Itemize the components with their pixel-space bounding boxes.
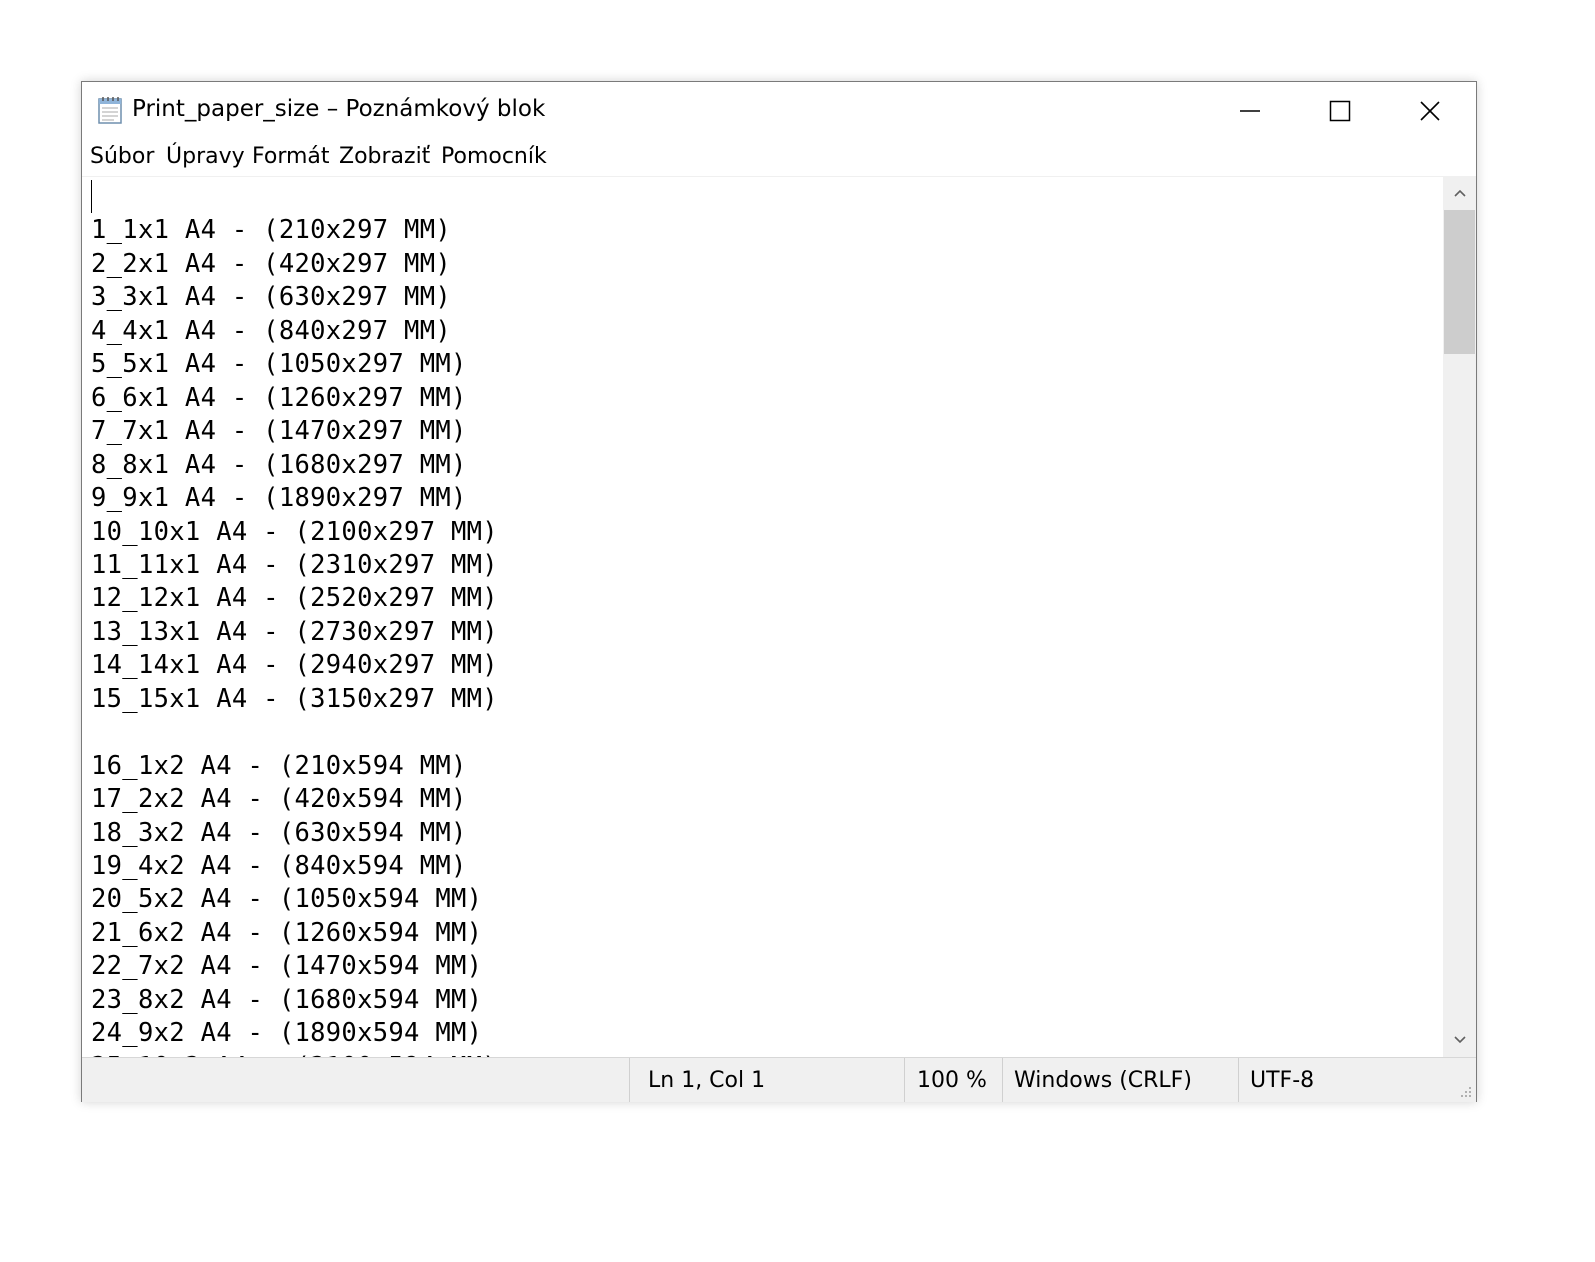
text-line: 4_4x1 A4 - (840x297 MM) bbox=[91, 315, 452, 346]
chevron-down-icon bbox=[1454, 1036, 1466, 1044]
menu-bar: Súbor Úpravy Formát Zobraziť Pomocník bbox=[82, 140, 1476, 176]
text-line: 20_5x2 A4 - (1050x594 MM) bbox=[91, 884, 483, 915]
scroll-down-button[interactable] bbox=[1443, 1023, 1476, 1057]
text-line: 6_6x1 A4 - (1260x297 MM) bbox=[91, 382, 467, 413]
status-separator bbox=[1238, 1058, 1239, 1102]
text-editor-area[interactable]: 1_1x1 A4 - (210x297 MM) 2_2x1 A4 - (420x2… bbox=[82, 176, 1443, 1058]
vertical-scrollbar[interactable] bbox=[1443, 176, 1476, 1057]
title-bar[interactable]: Print_paper_size – Poznámkový blok bbox=[82, 82, 1476, 140]
scroll-up-button[interactable] bbox=[1443, 176, 1476, 210]
scroll-thumb[interactable] bbox=[1444, 210, 1475, 354]
text-line: 5_5x1 A4 - (1050x297 MM) bbox=[91, 349, 467, 380]
text-line: 15_15x1 A4 - (3150x297 MM) bbox=[91, 683, 498, 714]
text-line: 14_14x1 A4 - (2940x297 MM) bbox=[91, 650, 498, 681]
text-line: 19_4x2 A4 - (840x594 MM) bbox=[91, 851, 467, 881]
text-line: 24_9x2 A4 - (1890x594 MM) bbox=[91, 1018, 483, 1049]
maximize-icon bbox=[1329, 100, 1351, 122]
status-encoding: UTF-8 bbox=[1250, 1068, 1315, 1093]
text-line: 7_7x1 A4 - (1470x297 MM) bbox=[91, 416, 467, 447]
close-button[interactable] bbox=[1385, 82, 1475, 140]
menu-format[interactable]: Formát bbox=[252, 144, 330, 169]
menu-view[interactable]: Zobraziť bbox=[339, 144, 430, 169]
text-line: 9_9x1 A4 - (1890x297 MM) bbox=[91, 483, 467, 514]
status-line-ending: Windows (CRLF) bbox=[1014, 1068, 1192, 1093]
text-line: 3_3x1 A4 - (630x297 MM) bbox=[91, 282, 452, 313]
resize-grip-icon[interactable] bbox=[1457, 1083, 1473, 1099]
text-line: 22_7x2 A4 - (1470x594 MM) bbox=[91, 951, 483, 982]
minimize-icon bbox=[1240, 110, 1260, 112]
text-line: 16_1x2 A4 - (210x594 MM) bbox=[91, 750, 467, 781]
text-caret bbox=[91, 180, 92, 213]
notepad-window: Print_paper_size – Poznámkový blok Súbor… bbox=[81, 81, 1477, 1102]
minimize-button[interactable] bbox=[1205, 82, 1295, 140]
menu-edit[interactable]: Úpravy bbox=[166, 144, 245, 169]
notepad-icon[interactable] bbox=[97, 95, 125, 125]
status-separator bbox=[904, 1058, 905, 1102]
menu-file[interactable]: Súbor bbox=[90, 144, 154, 169]
text-line: 12_12x1 A4 - (2520x297 MM) bbox=[91, 583, 498, 614]
text-line: 2_2x1 A4 - (420x297 MM) bbox=[91, 248, 452, 279]
text-line: 1_1x1 A4 - (210x297 MM) bbox=[91, 215, 452, 246]
text-line: 13_13x1 A4 - (2730x297 MM) bbox=[91, 616, 498, 647]
status-bar: Ln 1, Col 1 100 % Windows (CRLF) UTF-8 bbox=[82, 1057, 1476, 1102]
text-line: 10_10x1 A4 - (2100x297 MM) bbox=[91, 516, 498, 547]
close-icon bbox=[1420, 101, 1440, 121]
status-separator bbox=[629, 1058, 630, 1102]
status-cursor-position: Ln 1, Col 1 bbox=[648, 1068, 766, 1093]
menu-help[interactable]: Pomocník bbox=[441, 144, 547, 169]
window-title: Print_paper_size – Poznámkový blok bbox=[132, 96, 546, 122]
text-line: 17_2x2 A4 - (420x594 MM) bbox=[91, 784, 467, 815]
text-line: 21_6x2 A4 - (1260x594 MM) bbox=[91, 917, 483, 948]
text-line: 8_8x1 A4 - (1680x297 MM) bbox=[91, 449, 467, 480]
status-separator bbox=[1002, 1058, 1003, 1102]
chevron-up-icon bbox=[1454, 189, 1466, 197]
text-line: 11_11x1 A4 - (2310x297 MM) bbox=[91, 549, 498, 580]
text-line: 18_3x2 A4 - (630x594 MM) bbox=[91, 817, 467, 848]
maximize-button[interactable] bbox=[1295, 82, 1385, 140]
status-zoom: 100 % bbox=[917, 1068, 987, 1093]
text-line: 23_8x2 A4 - (1680x594 MM) bbox=[91, 984, 483, 1015]
